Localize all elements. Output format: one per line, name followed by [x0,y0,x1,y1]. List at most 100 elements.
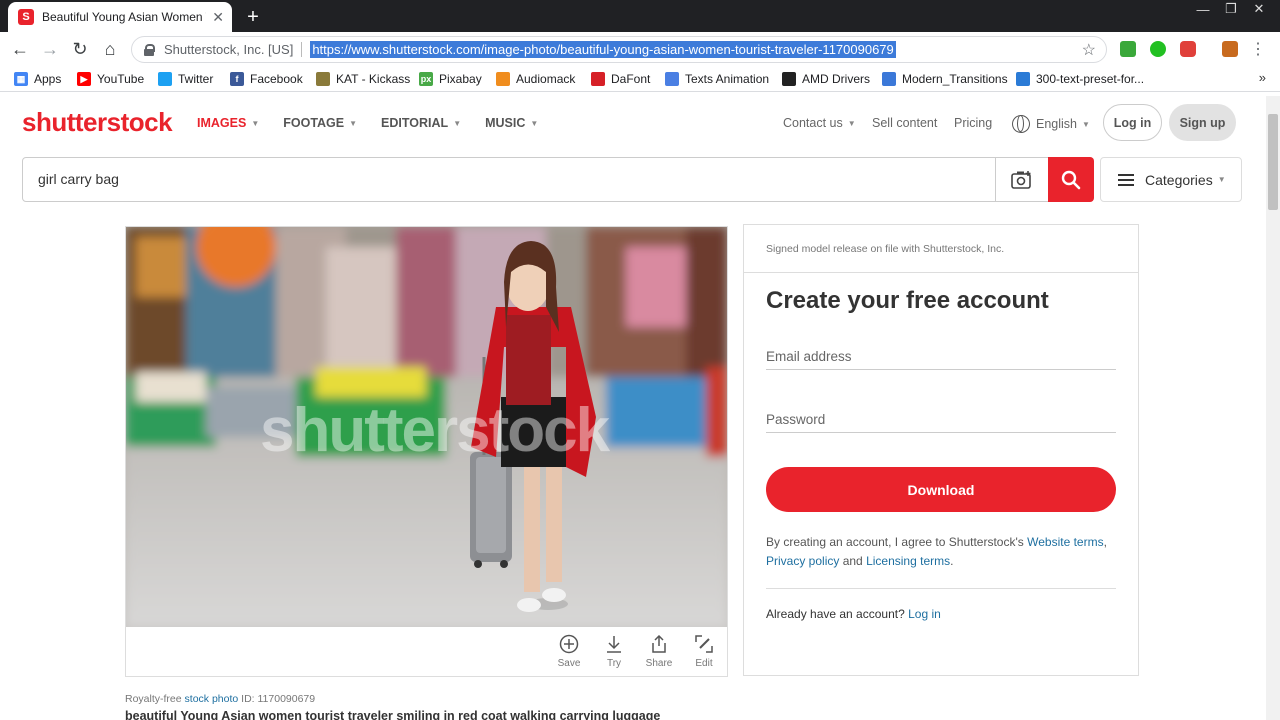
watermark: shutterstock [260,396,610,465]
terms-and: and [842,554,863,568]
already-text: Already have an account? [766,607,905,621]
bookmarks-bar: » ▦ Apps ▶ YouTube Twitter f Facebook KAT - Kic… [0,66,1280,92]
bookmark-texts-animation[interactable]: Texts Animation [665,70,769,88]
bookmark-label: KAT - Kickass [336,72,411,86]
document-icon [665,72,679,86]
save-button[interactable]: Save [551,634,587,669]
bookmark-label: 300-text-preset-for... [1036,72,1145,86]
language-selector[interactable]: English ▼ [1012,115,1090,133]
licensing-terms-link[interactable]: Licensing terms [866,554,950,568]
try-button[interactable]: Try [596,634,632,669]
login-link[interactable]: Log in [908,607,941,621]
twitter-icon [158,72,172,86]
extension-icon[interactable] [1120,41,1136,57]
login-button[interactable]: Log in [1103,104,1162,141]
terms-end: . [950,554,954,568]
bookmark-label: Modern_Transitions [902,72,1008,86]
link-icon [1016,72,1030,86]
youtube-icon: ▶ [77,72,91,86]
nav-footage[interactable]: FOOTAGE ▼ [283,116,357,130]
search-input[interactable]: girl carry bag [38,171,119,187]
signup-button[interactable]: Sign up [1169,104,1236,141]
contact-us-link[interactable]: Contact us ▼ [783,116,856,130]
browser-tab[interactable]: S Beautiful Young Asian Women To ✕ [8,2,232,32]
chevron-down-icon: ▼ [530,118,539,128]
camera-search-icon [1011,170,1031,189]
image-meta: Royalty-free stock photo ID: 1170090679 [125,693,315,705]
bookmark-amd-drivers[interactable]: AMD Drivers [782,70,870,88]
url-text[interactable]: https://www.shutterstock.com/image-photo… [310,41,896,58]
pricing-label: Pricing [954,116,993,130]
extension-icon[interactable] [1180,41,1196,57]
nav-music[interactable]: MUSIC ▼ [485,116,538,130]
stock-photo-link[interactable]: stock photo [185,693,239,705]
email-field[interactable]: Email address [766,349,1116,370]
edit-icon [695,635,713,653]
pixabay-icon: px [419,72,433,86]
search-bar: girl carry bag [22,157,1094,202]
terms-separator: , [1103,535,1107,549]
download-icon [607,636,621,653]
restore-icon[interactable]: ❐ [1218,0,1244,18]
browser-toolbar: ← → ↻ ⌂ Shutterstock, Inc. [US] https://… [0,32,1280,66]
shutterstock-logo[interactable]: shutterstock [22,107,173,138]
account-title: Create your free account [766,287,1049,314]
sell-content-link[interactable]: Sell content [872,116,937,130]
terms-prefix: By creating an account, I agree to Shutt… [766,535,1024,549]
globe-icon [1012,115,1030,133]
forward-icon[interactable]: → [38,37,62,61]
close-window-icon[interactable]: ✕ [1246,0,1272,18]
browser-tab-bar: S Beautiful Young Asian Women To ✕ + — ❐… [0,0,1280,32]
search-button[interactable] [1048,157,1094,202]
privacy-policy-link[interactable]: Privacy policy [766,554,839,568]
share-button[interactable]: Share [641,634,677,669]
bookmark-300-text-preset-for[interactable]: 300-text-preset-for... [1016,70,1144,88]
nav-label: IMAGES [197,116,247,130]
account-panel: Signed model release on file with Shutte… [743,224,1139,676]
bookmark-label: DaFont [611,72,651,86]
bookmark-label: Audiomack [516,72,576,86]
pricing-link[interactable]: Pricing [954,116,992,130]
back-icon[interactable]: ← [8,37,32,61]
bookmark-pixabay[interactable]: px Pixabay [419,70,482,88]
bookmark-dafont[interactable]: DaFont [591,70,650,88]
home-icon[interactable]: ⌂ [98,37,122,61]
bookmark-modern-transitions[interactable]: Modern_Transitions [882,70,1008,88]
bookmark-kat-kickass[interactable]: KAT - Kickass [316,70,410,88]
tab-title: Beautiful Young Asian Women To [42,10,207,24]
search-icon [1061,170,1081,189]
download-button[interactable]: Download [766,467,1116,512]
image-title: beautiful Young Asian women tourist trav… [125,709,661,720]
browser-menu-icon[interactable]: ⋮ [1250,39,1266,59]
reverse-image-search-button[interactable] [995,158,1048,201]
password-field[interactable]: Password [766,412,1116,433]
website-terms-link[interactable]: Website terms [1027,535,1103,549]
new-tab-button[interactable]: + [240,4,266,30]
shutterstock-favicon-icon: S [18,9,34,25]
scrollbar-thumb[interactable] [1268,114,1278,210]
nav-images[interactable]: IMAGES ▼ [197,116,259,130]
extension-icon[interactable] [1222,41,1238,57]
kat-icon [316,72,330,86]
page-scrollbar[interactable] [1266,96,1280,720]
extension-icon[interactable] [1150,41,1166,57]
minimize-icon[interactable]: — [1190,0,1216,18]
address-bar[interactable]: Shutterstock, Inc. [US] https://www.shut… [131,36,1107,63]
stock-photo[interactable]: shutterstock [126,227,727,627]
edit-button[interactable]: Edit [686,634,722,669]
sell-label: Sell content [872,116,938,130]
nav-editorial[interactable]: EDITORIAL ▼ [381,116,461,130]
categories-button[interactable]: Categories ▼ [1100,157,1242,202]
chevron-down-icon: ▼ [349,118,358,128]
bookmark-apps[interactable]: ▦ Apps [14,70,61,88]
contact-label: Contact us [783,116,843,130]
categories-label: Categories [1145,171,1213,188]
bookmark-twitter[interactable]: Twitter [158,70,213,88]
bookmark-youtube[interactable]: ▶ YouTube [77,70,144,88]
bookmark-star-icon[interactable]: ☆ [1082,40,1096,60]
bookmark-audiomack[interactable]: Audiomack [496,70,575,88]
close-icon[interactable]: ✕ [212,9,224,26]
bookmarks-more-icon[interactable]: » [1259,70,1266,85]
reload-icon[interactable]: ↻ [68,37,92,61]
bookmark-facebook[interactable]: f Facebook [230,70,303,88]
